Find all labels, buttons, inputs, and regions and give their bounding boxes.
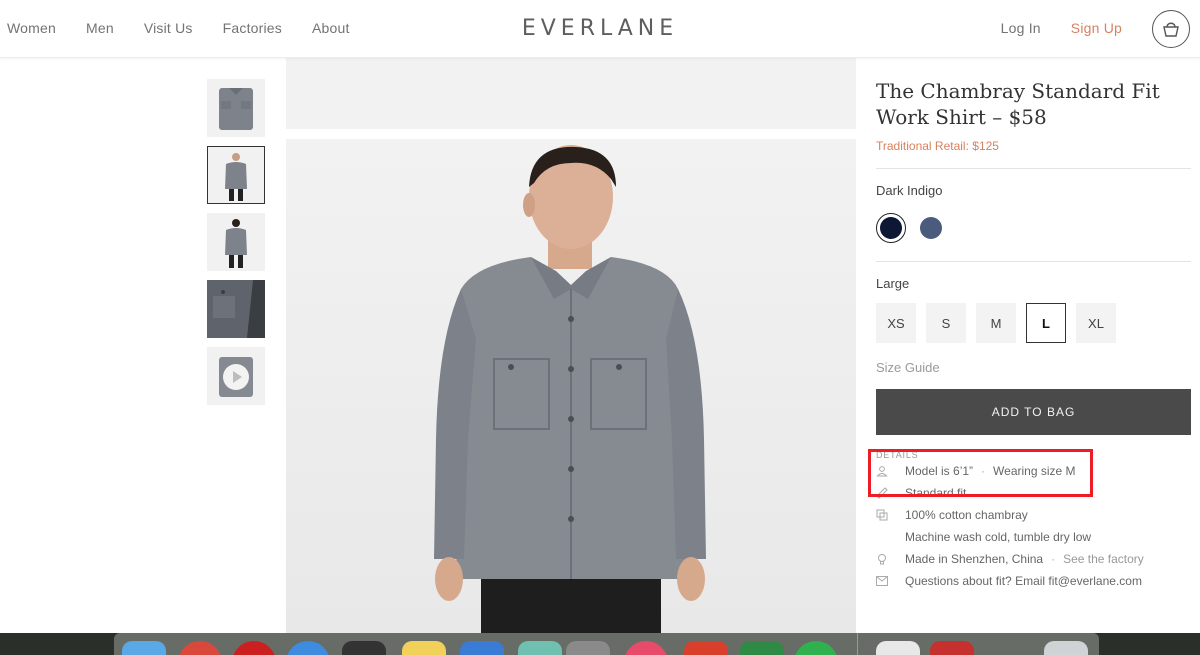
dock-divider xyxy=(857,633,858,655)
documents-icon[interactable] xyxy=(876,641,920,655)
thumbnail-model-back[interactable] xyxy=(207,213,265,271)
trash-icon[interactable] xyxy=(1044,641,1088,655)
swatch-dark-indigo-fill xyxy=(880,217,902,239)
traditional-retail-price: Traditional Retail: $125 xyxy=(876,139,999,153)
thumbnail-folded-shirt[interactable] xyxy=(207,79,265,137)
top-navigation: Women Men Visit Us Factories About EVERL… xyxy=(0,0,1200,58)
gallery-icon[interactable] xyxy=(930,641,974,655)
detail-material: 100% cotton chambray xyxy=(876,504,1191,526)
product-panel: The Chambray Standard Fit Work Shirt – $… xyxy=(876,58,1191,592)
shopping-bag-icon[interactable] xyxy=(1152,10,1190,48)
material-text: 100% cotton chambray xyxy=(905,508,1028,522)
lightbulb-icon xyxy=(876,553,905,565)
detail-care: Machine wash cold, tumble dry low xyxy=(876,526,1191,548)
fabric-detail-image xyxy=(207,280,265,338)
size-xs-button[interactable]: XS xyxy=(876,303,916,343)
selected-size-label: Large xyxy=(876,276,910,291)
opera-icon[interactable] xyxy=(232,641,276,655)
envelope-icon xyxy=(876,576,905,586)
model-wearing-shirt-image xyxy=(286,139,856,639)
fabric-icon xyxy=(876,509,905,521)
color-swatches xyxy=(876,213,1191,243)
model-back-image xyxy=(225,219,247,268)
finder-icon[interactable] xyxy=(122,641,166,655)
questions-text[interactable]: Questions about fit? Email fit@everlane.… xyxy=(905,574,1142,588)
origin-text: Made in Shenzhen, China xyxy=(905,552,1044,566)
highlight-box xyxy=(868,449,1093,497)
separator-dot: · xyxy=(1051,552,1056,566)
swatch-blue[interactable] xyxy=(920,217,942,239)
selected-color-label: Dark Indigo xyxy=(876,183,943,198)
macos-dock xyxy=(114,633,1099,655)
safari-icon[interactable] xyxy=(286,641,330,655)
thumbnail-list xyxy=(207,79,266,414)
acrobat-icon[interactable] xyxy=(684,641,728,655)
model-front-image xyxy=(225,153,247,201)
play-icon xyxy=(233,371,242,383)
signup-link[interactable]: Sign Up xyxy=(1071,20,1122,36)
thumbnail-fabric-detail[interactable] xyxy=(207,280,265,338)
size-m-button[interactable]: M xyxy=(976,303,1016,343)
product-title: The Chambray Standard Fit Work Shirt – $… xyxy=(876,79,1160,129)
folded-shirt-image xyxy=(219,88,253,130)
thumbnail-video[interactable] xyxy=(207,347,265,405)
divider xyxy=(876,261,1191,262)
preview-icon[interactable] xyxy=(566,641,610,655)
add-to-bag-button[interactable]: ADD TO BAG xyxy=(876,389,1191,435)
size-l-button[interactable]: L xyxy=(1026,303,1066,343)
product-main-image[interactable] xyxy=(286,139,856,639)
excel-icon[interactable] xyxy=(740,641,784,655)
detail-questions: Questions about fit? Email fit@everlane.… xyxy=(876,570,1191,592)
size-guide-link[interactable]: Size Guide xyxy=(876,360,1191,375)
care-text: Machine wash cold, tumble dry low xyxy=(905,530,1092,544)
thumbnail-model-front[interactable] xyxy=(207,146,265,204)
app-store-icon[interactable] xyxy=(342,641,386,655)
login-link[interactable]: Log In xyxy=(1001,20,1041,36)
size-s-button[interactable]: S xyxy=(926,303,966,343)
account-nav: Log In Sign Up xyxy=(1001,20,1122,36)
stocks-icon[interactable] xyxy=(460,641,504,655)
see-factory-link[interactable]: See the factory xyxy=(1063,552,1144,566)
itunes-icon[interactable] xyxy=(624,641,668,655)
swatch-dark-indigo[interactable] xyxy=(876,213,906,243)
bag-glyph xyxy=(1163,22,1179,37)
detail-origin: Made in Shenzhen, China · See the factor… xyxy=(876,548,1191,570)
gallery-previous-image xyxy=(286,58,856,129)
chrome-icon[interactable] xyxy=(178,641,222,655)
size-xl-button[interactable]: XL xyxy=(1076,303,1116,343)
notes-icon[interactable] xyxy=(402,641,446,655)
spotify-icon[interactable] xyxy=(794,641,838,655)
divider xyxy=(876,168,1191,169)
maps-icon[interactable] xyxy=(518,641,562,655)
size-selector: XS S M L XL xyxy=(876,303,1191,343)
